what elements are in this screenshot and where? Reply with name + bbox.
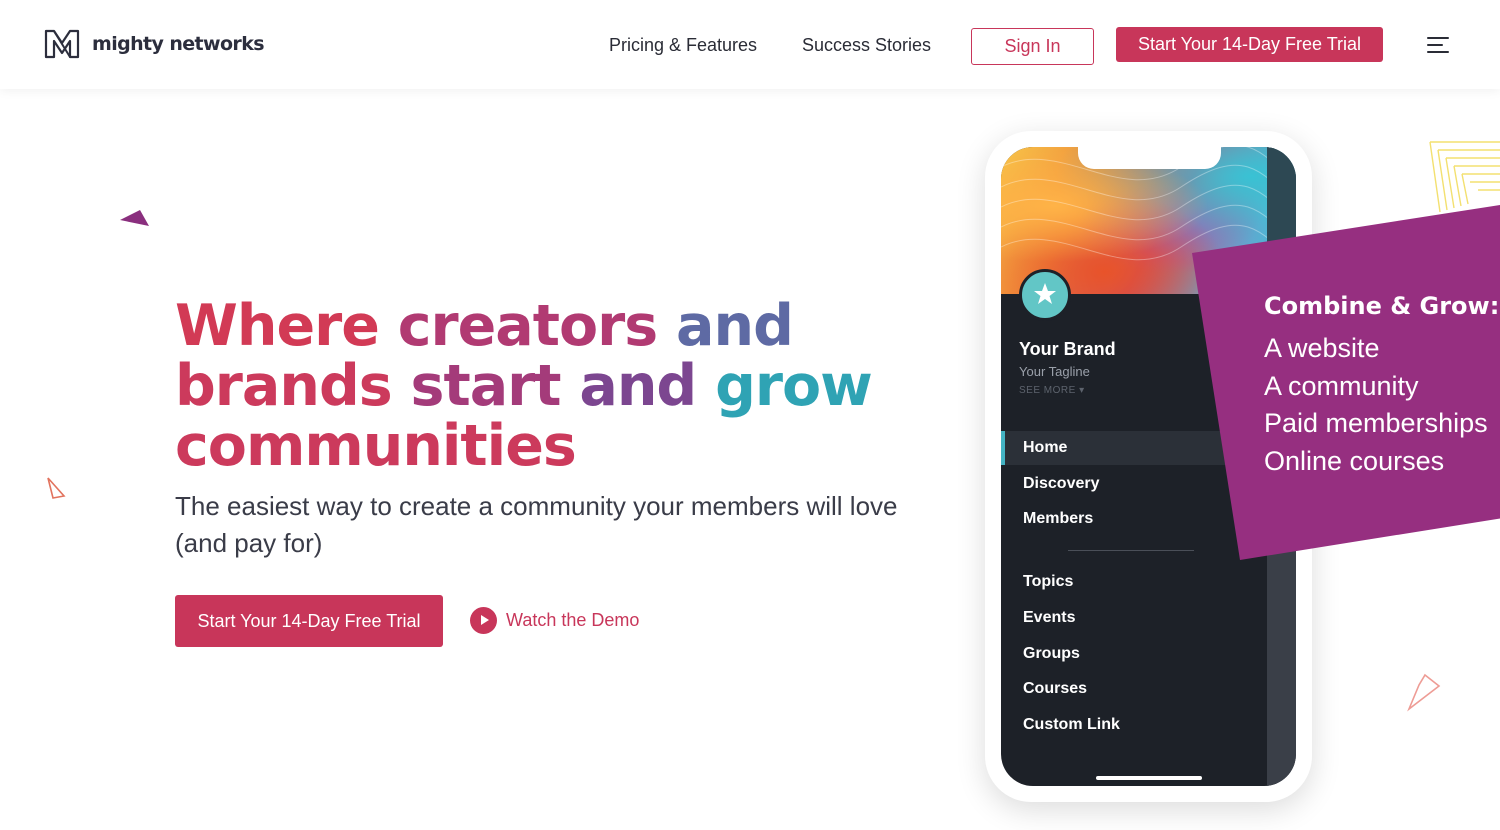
hamburger-menu-icon[interactable]: [1427, 37, 1451, 55]
outline-triangle-decoration-icon: [47, 477, 66, 499]
hero-word: Where: [175, 293, 398, 359]
hero-word: grow: [715, 353, 873, 419]
nav-success-stories[interactable]: Success Stories: [802, 35, 931, 56]
phone-menu-home: Home: [1001, 431, 1241, 465]
outline-kite-decoration-icon: [1407, 673, 1441, 712]
watch-demo-link[interactable]: Watch the Demo: [470, 607, 639, 634]
hero-word: creators: [397, 293, 677, 359]
hero-free-trial-button[interactable]: Start Your 14-Day Free Trial: [175, 595, 443, 647]
phone-menu-courses: Courses: [1023, 680, 1088, 697]
logo[interactable]: mighty networks: [44, 29, 265, 59]
brand-name: Your Brand: [1019, 339, 1116, 359]
phone-menu-custom-link: Custom Link: [1023, 716, 1120, 733]
see-more-link: SEE MORE ▾: [1019, 385, 1085, 396]
header-free-trial-button[interactable]: Start Your 14-Day Free Trial: [1116, 27, 1383, 62]
logo-text: mighty networks: [92, 33, 265, 55]
hero-title: Where creators and brands start and grow…: [175, 296, 935, 476]
nav-pricing-features[interactable]: Pricing & Features: [609, 35, 757, 56]
brand-avatar: [1019, 269, 1071, 321]
phone-menu-discovery: Discovery: [1023, 475, 1100, 492]
hero-word: start: [410, 353, 580, 419]
hero-word: and: [579, 353, 716, 419]
callout-title: Combine & Grow:: [1264, 292, 1500, 320]
callout-item: A community: [1264, 370, 1419, 401]
hero-title-line-3: communities: [175, 413, 577, 479]
callout-item: A website: [1264, 333, 1380, 363]
callout-item: Online courses: [1264, 445, 1445, 476]
hero-title-line-2: brands start and grow: [175, 356, 935, 416]
hero-word: and: [676, 293, 794, 359]
phone-menu-members: Members: [1023, 510, 1094, 527]
play-icon: [470, 607, 497, 634]
watch-demo-label: Watch the Demo: [506, 610, 640, 630]
hero-subtitle: The easiest way to create a community yo…: [175, 491, 898, 558]
hero-word: brands: [175, 353, 411, 419]
phone-notch: [1078, 147, 1221, 169]
phone-menu-divider: [1068, 550, 1194, 551]
phone-menu-events: Events: [1023, 609, 1076, 626]
site-header: mighty networks Pricing & Features Succe…: [0, 0, 1500, 89]
star-icon: [1034, 283, 1056, 304]
callout-item: Paid memberships: [1264, 408, 1488, 438]
sign-in-button[interactable]: Sign In: [971, 28, 1094, 65]
phone-menu-topics: Topics: [1023, 573, 1074, 590]
callout-text: Combine & Grow: A website A community Pa…: [1264, 292, 1499, 480]
brand-tagline: Your Tagline: [1019, 364, 1090, 379]
hero-title-line-1: Where creators and: [175, 296, 935, 356]
phone-home-indicator: [1096, 776, 1202, 780]
see-more-label: SEE MORE: [1019, 385, 1076, 396]
purple-triangle-decoration-icon: [120, 210, 149, 226]
mighty-networks-logo-icon: [44, 29, 80, 59]
phone-menu-groups: Groups: [1023, 645, 1080, 662]
